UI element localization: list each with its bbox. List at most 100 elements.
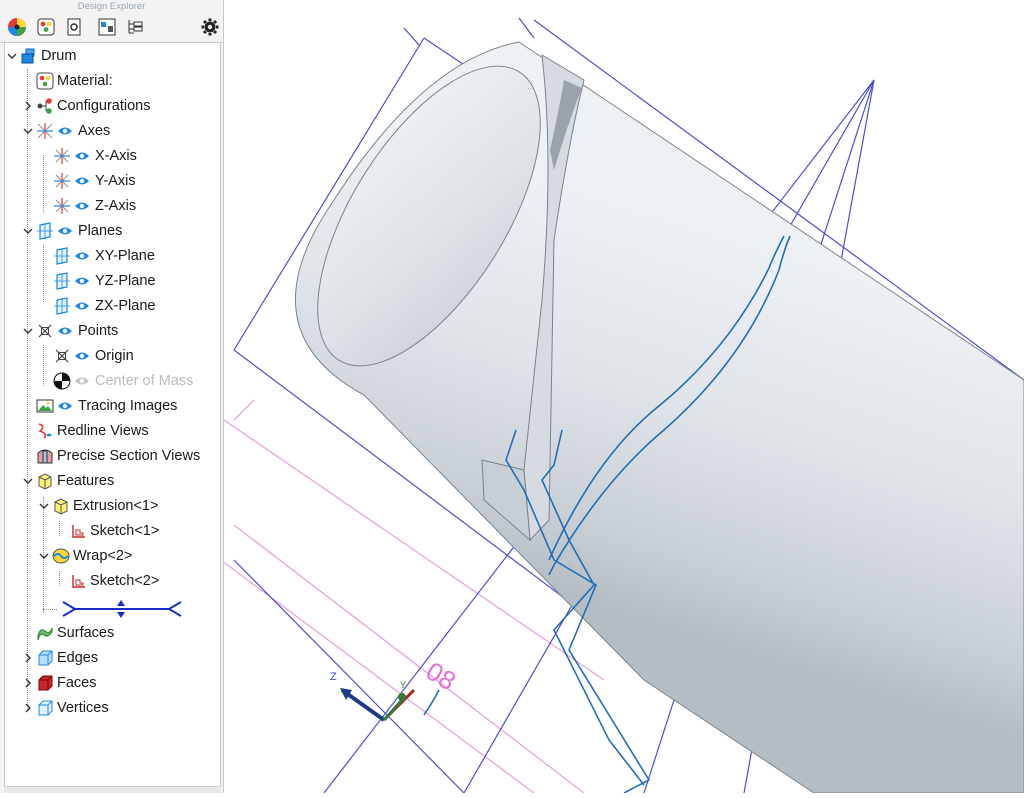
eye-icon[interactable]: [74, 200, 90, 212]
eye-icon[interactable]: [74, 250, 90, 262]
design-tree: Drum Material: Configurations Axes X-Axi…: [4, 42, 221, 787]
eye-icon[interactable]: [74, 350, 90, 362]
sketch-icon: [72, 575, 85, 588]
material-icon: [36, 72, 54, 90]
tree-label: Redline Views: [57, 423, 149, 439]
chevron-down-icon[interactable]: [22, 225, 34, 237]
materials-icon[interactable]: [36, 17, 56, 37]
edge-cube-icon: [38, 650, 53, 666]
triad-y-label: Y: [400, 680, 406, 690]
sketch-icon: [72, 525, 85, 538]
plane-icon: [54, 272, 70, 290]
tree-item-precise-section-views[interactable]: Precise Section Views: [36, 445, 200, 467]
tree-item-configurations[interactable]: Configurations: [22, 95, 151, 117]
tree-label: ZX-Plane: [95, 298, 156, 314]
tree-item-xy-plane[interactable]: XY-Plane: [53, 245, 155, 267]
tree-label: Axes: [78, 123, 111, 139]
section-view-icon: [37, 449, 53, 464]
eye-icon[interactable]: [57, 225, 73, 237]
tree-item-vertices[interactable]: Vertices: [22, 697, 109, 719]
eye-icon[interactable]: [57, 125, 73, 137]
wrap-icon: [52, 548, 70, 564]
layout-icon[interactable]: [97, 17, 117, 37]
chevron-down-icon[interactable]: [38, 550, 50, 562]
tree-item-origin[interactable]: Origin: [53, 345, 134, 367]
tree-label: Points: [78, 323, 119, 339]
tree-item-y-axis[interactable]: Y-Axis: [53, 170, 136, 192]
tree-item-redline-views[interactable]: Redline Views: [36, 420, 149, 442]
tree-item-edges[interactable]: Edges: [22, 647, 98, 669]
color-wheel-icon[interactable]: [7, 17, 27, 37]
tree-label: Configurations: [57, 98, 151, 114]
chevron-down-icon[interactable]: [22, 475, 34, 487]
view-triad[interactable]: Z Y: [330, 671, 416, 722]
settings-doc-icon[interactable]: [64, 17, 84, 37]
tree-item-features[interactable]: Features: [22, 470, 114, 492]
tree-item-planes[interactable]: Planes: [22, 220, 122, 242]
redline-icon: [38, 423, 52, 439]
chevron-down-icon[interactable]: [38, 500, 50, 512]
chevron-down-icon[interactable]: [22, 325, 34, 337]
tree-guide: [43, 155, 44, 212]
tree-view-icon[interactable]: [125, 17, 145, 37]
plane-icon: [37, 222, 53, 240]
tree-item-faces[interactable]: Faces: [22, 672, 97, 694]
panel-title: Design Explorer: [77, 1, 146, 12]
tree-item-wrap[interactable]: Wrap<2>: [38, 545, 132, 567]
dimension-label[interactable]: 08: [421, 656, 461, 697]
tree-item-sketch1[interactable]: Sketch<1>: [69, 520, 159, 542]
chevron-down-icon[interactable]: [6, 50, 18, 62]
triad-z-label: Z: [330, 671, 337, 683]
tree-item-yz-plane[interactable]: YZ-Plane: [53, 270, 155, 292]
tree-label: Y-Axis: [95, 173, 136, 189]
tree-label: Material:: [57, 73, 113, 89]
horizontal-scrollbar[interactable]: [4, 786, 221, 793]
tree-item-zx-plane[interactable]: ZX-Plane: [53, 295, 155, 317]
model-canvas[interactable]: 08 Z Y: [213, 0, 1024, 794]
chevron-right-icon[interactable]: [22, 652, 34, 664]
tree-item-z-axis[interactable]: Z-Axis: [53, 195, 136, 217]
tree-label: Tracing Images: [78, 398, 178, 414]
tree-item-center-of-mass[interactable]: Center of Mass: [53, 370, 193, 392]
surface-icon: [37, 627, 53, 641]
tree-label: Surfaces: [57, 625, 115, 641]
vertex-cube-icon: [38, 700, 53, 716]
tree-guide: [43, 345, 44, 386]
3d-viewport[interactable]: 08 Z Y: [213, 0, 1024, 794]
face-cube-icon: [38, 675, 53, 691]
chevron-down-icon[interactable]: [22, 125, 34, 137]
tree-label: Origin: [95, 348, 134, 364]
tree-item-extrusion[interactable]: Extrusion<1>: [38, 495, 158, 517]
eye-icon[interactable]: [74, 375, 90, 387]
tree-label: Z-Axis: [95, 198, 137, 214]
rollback-bar-handle[interactable]: [61, 599, 185, 619]
eye-icon[interactable]: [57, 400, 73, 412]
chevron-right-icon[interactable]: [22, 677, 34, 689]
eye-icon[interactable]: [57, 325, 73, 337]
tree-item-x-axis[interactable]: X-Axis: [53, 145, 137, 167]
eye-icon[interactable]: [74, 300, 90, 312]
axis-icon: [54, 148, 70, 164]
tree-item-axes[interactable]: Axes: [22, 120, 110, 142]
tree-item-surfaces[interactable]: Surfaces: [36, 622, 114, 644]
tree-item-points[interactable]: Points: [22, 320, 118, 342]
tree-item-tracing-images[interactable]: Tracing Images: [36, 395, 177, 417]
tree-label: Sketch<2>: [90, 573, 160, 589]
tree-label: YZ-Plane: [95, 273, 156, 289]
axis-icon: [54, 198, 70, 214]
tree-label: Planes: [78, 223, 123, 239]
point-icon: [38, 324, 52, 338]
chevron-right-icon[interactable]: [22, 702, 34, 714]
eye-icon[interactable]: [74, 175, 90, 187]
tree-item-sketch2[interactable]: Sketch<2>: [69, 570, 159, 592]
gear-icon[interactable]: [200, 17, 220, 37]
tree-guide: [43, 245, 44, 302]
tree-item-drum[interactable]: Drum: [6, 45, 76, 67]
eye-icon[interactable]: [74, 150, 90, 162]
chevron-right-icon[interactable]: [22, 100, 34, 112]
tree-label: X-Axis: [95, 148, 137, 164]
eye-icon[interactable]: [74, 275, 90, 287]
tree-label: Drum: [41, 48, 77, 64]
tree-item-material[interactable]: Material:: [36, 70, 113, 92]
image-icon: [36, 399, 54, 413]
